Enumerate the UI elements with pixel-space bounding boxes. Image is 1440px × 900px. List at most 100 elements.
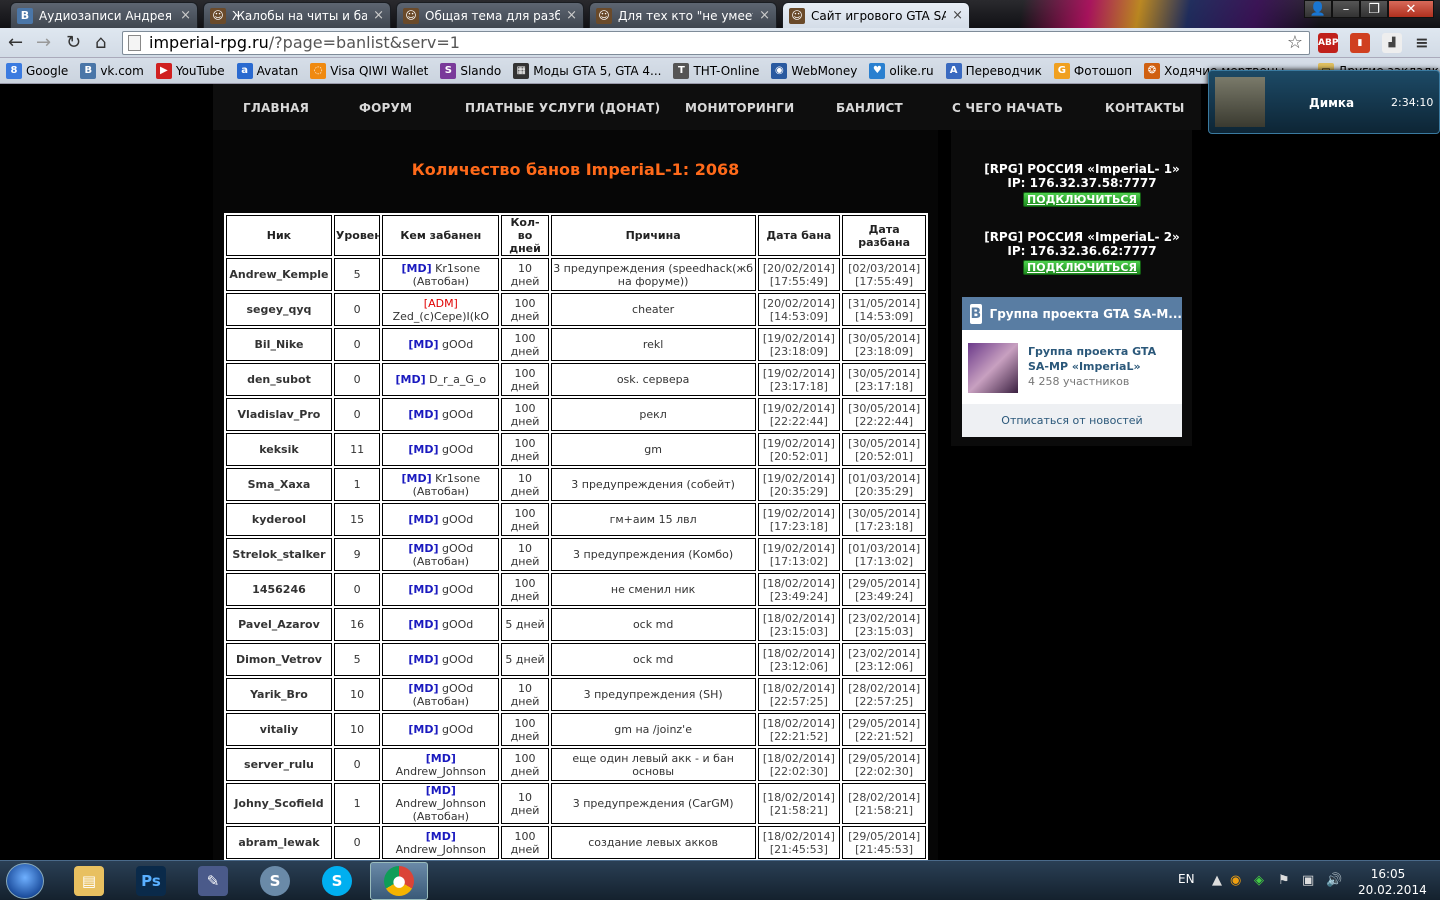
window-controls: 👤 – ❐ ✕ bbox=[1304, 0, 1434, 18]
nav-contacts[interactable]: КОНТАКТЫ bbox=[1105, 101, 1185, 115]
tab-2[interactable]: ☺ Общая тема для разбана × bbox=[396, 2, 584, 28]
network-icon[interactable]: ▣ bbox=[1302, 873, 1314, 888]
admin-role-badge: [MD] bbox=[408, 338, 439, 351]
taskbar-skype[interactable]: S bbox=[308, 862, 366, 900]
nav-getting-started[interactable]: С ЧЕГО НАЧАТЬ bbox=[952, 101, 1063, 115]
table-row: Yarik_Bro 10 [MD] gOOd (Автобан) 10 дней 3 п… bbox=[226, 678, 926, 711]
server-2-connect-button[interactable]: ПОДКЛЮЧИТЬСЯ bbox=[1023, 260, 1141, 275]
action-center-flag-icon[interactable]: ⚑ bbox=[1278, 873, 1290, 888]
vk-group-avatar[interactable] bbox=[968, 343, 1018, 393]
cell-unban-date: [29/05/2014] [23:49:24] bbox=[842, 573, 926, 606]
cell-reason: рекл bbox=[550, 398, 756, 431]
forward-icon[interactable]: → bbox=[36, 32, 51, 54]
vk-unsubscribe-button[interactable]: Отписаться от новостей bbox=[962, 404, 1182, 437]
vk-group-name[interactable]: Группа проекта GTA SA-MP «ImperiaL» bbox=[1028, 344, 1173, 374]
cell-banned-by: [MD] gOOd (Автобан) bbox=[382, 538, 500, 571]
bookmark-mods[interactable]: ▦ Моды GTA 5, GTA 4... bbox=[513, 62, 661, 79]
reload-icon[interactable]: ↻ bbox=[66, 32, 81, 54]
caller-name: Димка bbox=[1309, 96, 1355, 110]
skype-call-popup[interactable]: Димка 2:34:10 bbox=[1208, 70, 1440, 134]
close-tab-icon[interactable]: × bbox=[566, 8, 577, 23]
nav-home[interactable]: ГЛАВНАЯ bbox=[243, 101, 309, 115]
taskbar-skype-alt[interactable]: S bbox=[246, 862, 304, 900]
clock-time: 16:05 bbox=[1370, 867, 1406, 881]
bookmark-webmoney[interactable]: ◉ WebMoney bbox=[771, 62, 857, 79]
cell-nick: Dimon_Vetrov bbox=[226, 643, 332, 676]
nav-donate[interactable]: ПЛАТНЫЕ УСЛУГИ (ДОНАТ) bbox=[465, 101, 660, 115]
taskbar-clock[interactable]: 16:05 20.02.2014 bbox=[1358, 866, 1427, 898]
volume-icon[interactable]: 🔊 bbox=[1326, 873, 1342, 888]
bookmark-youtube[interactable]: ▶ YouTube bbox=[155, 62, 225, 79]
tray-expand-icon[interactable]: ▲ bbox=[1212, 873, 1222, 888]
skype-grey-icon: S bbox=[260, 866, 290, 896]
cell-banned-by: [MD] Andrew_Johnson bbox=[382, 826, 500, 859]
close-tab-icon[interactable]: × bbox=[180, 8, 191, 23]
nav-forum[interactable]: ФОРУМ bbox=[359, 101, 412, 115]
server-1-connect-button[interactable]: ПОДКЛЮЧИТЬСЯ bbox=[1023, 192, 1141, 207]
cell-banned-by: [MD] gOOd bbox=[382, 643, 500, 676]
bookmark-olike[interactable]: ♥ olike.ru bbox=[869, 62, 934, 79]
admin-role-badge: [MD] bbox=[408, 618, 439, 631]
bookmark-tnt[interactable]: T THT-Online bbox=[673, 62, 759, 79]
restore-button[interactable]: ❐ bbox=[1360, 0, 1388, 18]
cell-reason: rekl bbox=[550, 328, 756, 361]
banlist-body: Andrew_Kemple 5 [MD] Kr1sone (Автобан) 10 д… bbox=[226, 258, 926, 860]
tab-4-active[interactable]: ☺ Сайт игрового GTA SA-M × bbox=[782, 2, 970, 28]
close-window-button[interactable]: ✕ bbox=[1388, 0, 1434, 18]
cell-level: 5 bbox=[333, 258, 381, 291]
taskbar-photoshop[interactable]: Ps bbox=[122, 862, 180, 900]
bookmark-star-icon[interactable]: ☆ bbox=[1287, 32, 1303, 54]
cell-reason: ock md bbox=[550, 643, 756, 676]
address-bar[interactable]: imperial-rpg.ru/?page=banlist&serv=1 ☆ bbox=[122, 31, 1310, 55]
tab-3[interactable]: ☺ Для тех кто "не умеет скр × bbox=[589, 2, 777, 28]
extension-icon[interactable]: ▮ bbox=[1350, 33, 1370, 53]
cell-unban-date: [29/05/2014] [22:21:52] bbox=[842, 713, 926, 746]
cell-ban-date: [20/02/2014] [17:55:49] bbox=[757, 258, 841, 291]
start-button[interactable] bbox=[6, 863, 44, 899]
vk-member-count: 4 258 участников bbox=[1028, 375, 1130, 388]
bookmark-photoshop[interactable]: G Фотошоп bbox=[1053, 62, 1132, 79]
nav-monitoring[interactable]: МОНИТОРИНГИ bbox=[685, 101, 794, 115]
banlist-table: Ник Уровень Кем забанен Кол-во дней Прич… bbox=[224, 213, 928, 860]
tray-app-icon[interactable]: ◉ bbox=[1230, 873, 1241, 888]
cell-days: 100 дней bbox=[501, 503, 549, 536]
home-icon[interactable]: ⌂ bbox=[95, 32, 106, 54]
taskbar-explorer[interactable]: ▤ bbox=[60, 862, 118, 900]
taskbar-app[interactable]: ✎ bbox=[184, 862, 242, 900]
close-tab-icon[interactable]: × bbox=[952, 8, 963, 23]
tab-0[interactable]: В Аудиозаписи Андрея Кем × bbox=[10, 2, 198, 28]
back-icon[interactable]: ← bbox=[8, 32, 23, 54]
language-indicator[interactable]: EN bbox=[1178, 872, 1195, 886]
vk-widget-header[interactable]: B Группа проекта GTA SA-M... bbox=[962, 297, 1182, 330]
admin-role-badge: [ADM] bbox=[423, 296, 458, 310]
bookmark-avatan[interactable]: a Avatan bbox=[236, 62, 298, 79]
bookmark-slando[interactable]: S Slando bbox=[440, 62, 501, 79]
menu-icon[interactable]: ≡ bbox=[1412, 33, 1432, 53]
nav-banlist[interactable]: БАНЛИСТ bbox=[836, 101, 903, 115]
vk-group-widget: B Группа проекта GTA SA-M... Группа прое… bbox=[962, 297, 1182, 437]
cell-days: 5 дней bbox=[501, 608, 549, 641]
bookmark-translator[interactable]: A Переводчик bbox=[945, 62, 1042, 79]
qiwi-icon: ◌ bbox=[310, 62, 327, 79]
close-tab-icon[interactable]: × bbox=[759, 8, 770, 23]
bookmark-qiwi[interactable]: ◌ Visa QIWI Wallet bbox=[310, 62, 428, 79]
adblock-icon[interactable]: ABP bbox=[1318, 33, 1338, 53]
tray-skype-icon[interactable]: ◈ bbox=[1254, 873, 1264, 888]
main-content: Количество банов ImperiaL-1: 2068 Ник Ур… bbox=[213, 130, 938, 860]
bookmark-google[interactable]: 8 Google bbox=[6, 62, 68, 79]
close-tab-icon[interactable]: × bbox=[373, 8, 384, 23]
user-icon[interactable]: 👤 bbox=[1304, 0, 1332, 18]
tab-1[interactable]: ☺ Жалобы на читы и баго × bbox=[203, 2, 391, 28]
table-row: Andrew_Kemple 5 [MD] Kr1sone (Автобан) 10 д… bbox=[226, 258, 926, 291]
cell-level: 0 bbox=[333, 363, 381, 396]
taskbar-chrome[interactable]: ● bbox=[370, 862, 428, 900]
admin-role-badge: [MD] bbox=[408, 443, 439, 456]
tnt-icon: T bbox=[673, 62, 690, 79]
bookmark-vk[interactable]: Вvk.com bbox=[80, 62, 144, 79]
chrome-icon: ● bbox=[384, 866, 414, 896]
ban-count-title: Количество банов ImperiaL-1: 2068 bbox=[411, 160, 740, 179]
cell-ban-date: [19/02/2014] [17:23:18] bbox=[757, 503, 841, 536]
cell-ban-date: [19/02/2014] [20:52:01] bbox=[757, 433, 841, 466]
extension-chart-icon[interactable]: ▟ bbox=[1382, 33, 1402, 53]
minimize-button[interactable]: – bbox=[1332, 0, 1360, 18]
